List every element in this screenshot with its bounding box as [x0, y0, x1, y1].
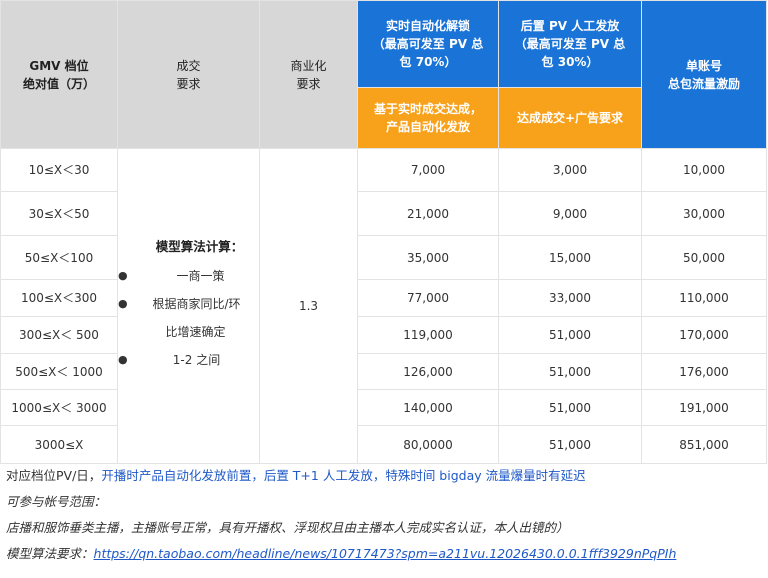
header-single: 单账号 总包流量激励: [641, 0, 767, 149]
total-cell: 851,000: [641, 425, 767, 464]
bullet-icon: ●: [118, 269, 128, 282]
header-realtime: 实时自动化解锁 （最高可发至 PV 总 包 70%）: [357, 0, 499, 88]
model-item-text: 1-2 之间: [172, 353, 221, 367]
realtime-cell: 35,000: [357, 235, 499, 280]
header-deal-line1: 成交: [176, 58, 201, 73]
post-cell: 51,000: [498, 425, 642, 464]
note-pv-detail: 开播时产品自动化发放前置，后置 T+1 人工发放，特殊时间 bigday 流量爆…: [101, 468, 586, 483]
total-cell: 191,000: [641, 389, 767, 426]
realtime-cell: 77,000: [357, 279, 499, 317]
header-post-line1: 后置 PV 人工发放: [520, 19, 620, 33]
post-cell: 51,000: [498, 389, 642, 426]
post-cell: 33,000: [498, 279, 642, 317]
note-pv-schedule: 对应档位PV/日，开播时产品自动化发放前置，后置 T+1 人工发放，特殊时间 b…: [6, 463, 766, 489]
realtime-cell: 7,000: [357, 148, 499, 192]
bullet-icon: ●: [118, 297, 128, 310]
table-row: 1000≤X＜ 3000 140,000 51,000 191,000: [0, 389, 767, 426]
model-title: 模型算法计算：: [155, 239, 244, 254]
header-gmv-line1: GMV 档位: [29, 58, 89, 73]
gmv-cell: 500≤X＜ 1000: [0, 353, 118, 390]
post-cell: 51,000: [498, 316, 642, 354]
header-biz-line2: 要求: [296, 76, 321, 91]
header-biz: 商业化 要求: [259, 0, 358, 149]
table-row: 3000≤X 80,0000 51,000 851,000: [0, 425, 767, 464]
model-item-text: 根据商家同比/环: [152, 297, 241, 311]
post-cell: 9,000: [498, 191, 642, 236]
list-item: ● 根据商家同比/环: [118, 290, 259, 318]
realtime-cell: 119,000: [357, 316, 499, 354]
header-gmv-line2: 绝对值（万）: [22, 76, 95, 91]
notes: 对应档位PV/日，开播时产品自动化发放前置，后置 T+1 人工发放，特殊时间 b…: [6, 463, 766, 567]
list-item: 比增速确定: [118, 318, 259, 346]
header-gmv: GMV 档位 绝对值（万）: [0, 0, 118, 149]
gmv-cell: 1000≤X＜ 3000: [0, 389, 118, 426]
header-post-sub-text: 达成成交+广告要求: [516, 111, 624, 125]
header-realtime-line2: （最高可发至 PV 总: [372, 37, 484, 51]
model-item-text: 一商一策: [176, 269, 225, 283]
table-row: 100≤X＜300 77,000 33,000 110,000: [0, 279, 767, 317]
total-cell: 10,000: [641, 148, 767, 192]
gmv-cell: 300≤X＜ 500: [0, 316, 118, 354]
list-item: ● 1-2 之间: [118, 346, 259, 374]
header-realtime-line3: 包 70%）: [399, 55, 457, 69]
incentive-table: GMV 档位 绝对值（万） 成交 要求 商业化 要求 实时自动化解锁 （最高可发…: [0, 0, 767, 464]
table-row: 50≤X＜100 35,000 15,000 50,000: [0, 235, 767, 280]
note-model-prefix: 模型算法要求：: [6, 546, 94, 561]
header-realtime-sub-line1: 基于实时成交达成，: [373, 102, 482, 116]
header-realtime-sub-line2: 产品自动化发放: [385, 120, 470, 134]
gmv-cell: 10≤X＜30: [0, 148, 118, 192]
gmv-cell: 100≤X＜300: [0, 279, 118, 317]
post-cell: 3,000: [498, 148, 642, 192]
gmv-cell: 50≤X＜100: [0, 235, 118, 280]
realtime-cell: 21,000: [357, 191, 499, 236]
header-single-line2: 总包流量激励: [667, 76, 740, 91]
header-post-sub: 达成成交+广告要求: [498, 87, 642, 149]
header-realtime-line1: 实时自动化解锁: [385, 19, 470, 33]
table-row: 500≤X＜ 1000 126,000 51,000 176,000: [0, 353, 767, 390]
biz-value-cell: 1.3: [259, 148, 358, 464]
gmv-cell: 30≤X＜50: [0, 191, 118, 236]
header-post-line2: （最高可发至 PV 总: [514, 37, 626, 51]
model-requirement-link[interactable]: https://qn.taobao.com/headline/news/1071…: [94, 546, 677, 561]
post-cell: 15,000: [498, 235, 642, 280]
model-cell: 模型算法计算： ● 一商一策 ● 根据商家同比/环 比增速确定 ● 1-2 之间: [117, 148, 260, 464]
realtime-cell: 126,000: [357, 353, 499, 390]
model-list: ● 一商一策 ● 根据商家同比/环 比增速确定 ● 1-2 之间: [118, 262, 259, 374]
total-cell: 50,000: [641, 235, 767, 280]
header-biz-line1: 商业化: [290, 58, 327, 73]
note-account-requirements: 店播和服饰垂类主播，主播账号正常，具有开播权、浮现权且由主播本人完成实名认证，本…: [6, 520, 569, 535]
header-post-line3: 包 30%）: [541, 55, 599, 69]
header-deal: 成交 要求: [117, 0, 260, 149]
list-item: ● 一商一策: [118, 262, 259, 290]
realtime-cell: 140,000: [357, 389, 499, 426]
bullet-icon: ●: [118, 353, 128, 366]
header-single-line1: 单账号: [685, 58, 722, 73]
header-post: 后置 PV 人工发放 （最高可发至 PV 总 包 30%）: [498, 0, 642, 88]
model-item-text: 比增速确定: [165, 325, 226, 339]
post-cell: 51,000: [498, 353, 642, 390]
note-pv-prefix: 对应档位PV/日，: [6, 468, 102, 483]
total-cell: 110,000: [641, 279, 767, 317]
header-deal-line2: 要求: [176, 76, 201, 91]
table-row: 10≤X＜30 模型算法计算： ● 一商一策 ● 根据商家同比/环 比增速确定 ● 1…: [0, 148, 767, 464]
total-cell: 30,000: [641, 191, 767, 236]
note-model-requirement: 模型算法要求：https://qn.taobao.com/headline/ne…: [6, 541, 766, 567]
total-cell: 176,000: [641, 353, 767, 390]
table-row: 30≤X＜50 21,000 9,000 30,000: [0, 191, 767, 236]
header-realtime-sub: 基于实时成交达成， 产品自动化发放: [357, 87, 499, 149]
document-page: GMV 档位 绝对值（万） 成交 要求 商业化 要求 实时自动化解锁 （最高可发…: [0, 0, 768, 578]
realtime-cell: 80,0000: [357, 425, 499, 464]
total-cell: 170,000: [641, 316, 767, 354]
gmv-cell: 3000≤X: [0, 425, 118, 464]
table-row: 300≤X＜ 500 119,000 51,000 170,000: [0, 316, 767, 354]
note-account-scope: 可参与帐号范围：: [6, 494, 107, 509]
